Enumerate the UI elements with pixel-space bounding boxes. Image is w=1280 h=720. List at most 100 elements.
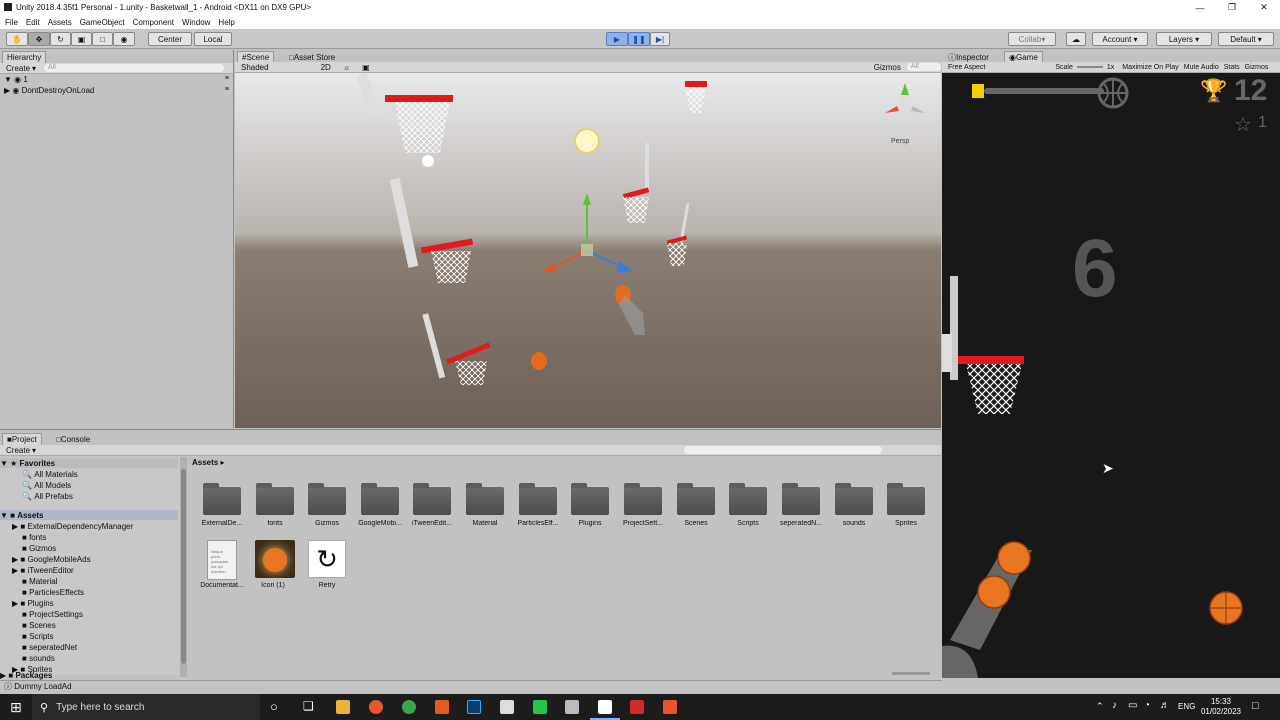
scene-root-1[interactable]: ▼ ◉ 1 [4, 75, 28, 84]
folder-icon[interactable] [624, 483, 662, 515]
tab-hierarchy[interactable]: Hierarchy [2, 51, 47, 63]
task-view-icon[interactable]: ❏ [303, 699, 314, 713]
acrobat-icon[interactable] [630, 700, 644, 714]
folder-icon[interactable] [519, 483, 557, 515]
clock[interactable]: 15:33 01/02/2023 [1198, 697, 1244, 717]
tree-item[interactable]: ▶ ■ GoogleMobileAds [0, 554, 178, 564]
tree-item[interactable]: ▶ ■ iTweenEditor [0, 565, 178, 575]
project-search-input[interactable] [684, 446, 883, 454]
lighting-icon[interactable]: ☼ [343, 63, 350, 72]
effects-icon[interactable]: ▣ [362, 63, 370, 72]
rotate-tool-button[interactable]: ↻ [50, 32, 71, 46]
minimize-button[interactable]: — [1184, 0, 1216, 15]
mode-2d-button[interactable]: 2D [321, 63, 331, 72]
folder-icon[interactable] [835, 483, 873, 515]
document-icon[interactable]: Neque porro quisquam est qui dolorem [207, 540, 237, 580]
volume-icon[interactable]: ♬ [1160, 700, 1170, 711]
pause-button[interactable]: ❚❚ [628, 32, 650, 46]
layout-dropdown[interactable]: Default ▾ [1218, 32, 1274, 46]
unity-taskbar-icon[interactable] [598, 700, 612, 714]
unity-hub-icon[interactable] [500, 700, 514, 714]
tree-item-all-materials[interactable]: 🔍 All Materials [0, 469, 178, 479]
language-indicator[interactable]: ENG [1178, 702, 1195, 711]
tree-item[interactable]: ▶ ■ Plugins [0, 598, 178, 608]
maximize-button[interactable]: ❐ [1216, 0, 1248, 15]
hierarchy-menu-icon[interactable]: ≡ [225, 86, 229, 93]
tree-item[interactable]: ■ sounds [0, 653, 178, 663]
persp-label[interactable]: Persp [891, 138, 909, 145]
tab-project[interactable]: ■ Project [2, 433, 42, 445]
maximize-on-play-toggle[interactable]: Maximize On Play [1122, 64, 1178, 71]
folder-icon[interactable] [361, 483, 399, 515]
tree-item[interactable]: ■ ParticlesEffects [0, 587, 178, 597]
layers-dropdown[interactable]: Layers ▾ [1156, 32, 1212, 46]
zoom-slider[interactable] [892, 672, 930, 675]
notifications-icon[interactable]: □ [1252, 700, 1259, 712]
tree-item[interactable]: ■ Gizmos [0, 543, 178, 553]
tree-item[interactable]: ■ seperatedNet [0, 642, 178, 652]
folder-icon[interactable] [413, 483, 451, 515]
tree-scrollbar[interactable] [180, 457, 187, 677]
play-button[interactable]: ▶ [606, 32, 628, 46]
scale-tool-button[interactable]: ▣ [71, 32, 92, 46]
transform-tool-button[interactable]: ◉ [113, 32, 135, 46]
tree-item[interactable]: ■ Scenes [0, 620, 178, 630]
folder-icon[interactable] [308, 483, 346, 515]
menu-window[interactable]: Window [182, 18, 210, 27]
collab-dropdown[interactable]: Collab ▾ [1008, 32, 1056, 46]
scale-slider[interactable] [1076, 66, 1103, 68]
wifi-icon[interactable]: ◔ [1144, 700, 1150, 711]
firefox-icon[interactable] [369, 700, 383, 714]
tree-item-all-prefabs[interactable]: 🔍 All Prefabs [0, 491, 178, 501]
gizmos-dropdown[interactable]: Gizmos [874, 63, 901, 72]
menu-file[interactable]: File [5, 18, 18, 27]
camera-icon[interactable] [422, 155, 434, 167]
taskbar-search[interactable]: ⚲ Type here to search [32, 694, 260, 720]
cortana-icon[interactable]: ○ [270, 699, 278, 714]
menu-assets[interactable]: Assets [48, 18, 72, 27]
tree-favorites[interactable]: ▼ ★ Favorites [0, 458, 178, 468]
tree-item-all-models[interactable]: 🔍 All Models [0, 480, 178, 490]
folder-icon[interactable] [203, 483, 241, 515]
gizmos-toggle[interactable]: Gizmos [1245, 64, 1269, 71]
tree-item[interactable]: ■ Scripts [0, 631, 178, 641]
folder-icon[interactable] [887, 483, 925, 515]
breadcrumb[interactable]: Assets ▸ [192, 458, 225, 467]
hand-tool-button[interactable]: ✋ [6, 32, 28, 46]
image-icon[interactable] [255, 540, 295, 578]
tree-packages[interactable]: ▶ ■ Packages [0, 670, 178, 680]
hierarchy-create-button[interactable]: Create [6, 64, 30, 73]
account-dropdown[interactable]: Account ▾ [1092, 32, 1148, 46]
chrome-icon[interactable] [402, 700, 416, 714]
scene-viewport[interactable]: Persp [235, 73, 941, 428]
stats-toggle[interactable]: Stats [1224, 64, 1240, 71]
retry-icon[interactable]: ↻ [308, 540, 346, 578]
microphone-icon[interactable]: ♪ [1112, 700, 1117, 711]
tree-item[interactable]: ■ fonts [0, 532, 178, 542]
folder-icon[interactable] [677, 483, 715, 515]
cloud-icon[interactable]: ☁ [1066, 32, 1086, 46]
menu-help[interactable]: Help [218, 18, 234, 27]
folder-icon[interactable] [571, 483, 609, 515]
tray-chevron-icon[interactable]: ⌃ [1096, 701, 1104, 712]
pivot-center-button[interactable]: Center [148, 32, 192, 46]
scene-search-input[interactable]: All [906, 63, 941, 71]
app-icon[interactable] [663, 700, 677, 714]
windows-start-icon[interactable]: ⊞ [10, 699, 22, 716]
folder-icon[interactable] [256, 483, 294, 515]
battery-icon[interactable]: ▭ [1128, 700, 1137, 711]
tree-assets[interactable]: ▼ ■ Assets [0, 510, 178, 520]
menu-component[interactable]: Component [133, 18, 174, 27]
hierarchy-search-input[interactable]: All [44, 64, 225, 72]
photoshop-icon[interactable] [467, 700, 481, 714]
file-explorer-icon[interactable] [336, 700, 350, 714]
folder-icon[interactable] [466, 483, 504, 515]
step-button[interactable]: ▶| [650, 32, 670, 46]
mute-audio-toggle[interactable]: Mute Audio [1184, 64, 1219, 71]
vpn-icon[interactable] [565, 700, 579, 714]
folder-icon[interactable] [729, 483, 767, 515]
tree-item[interactable]: ▶ ■ ExternalDependencyManager [0, 521, 178, 531]
pivot-local-button[interactable]: Local [194, 32, 232, 46]
shading-mode-dropdown[interactable]: Shaded [241, 63, 269, 72]
brave-icon[interactable] [435, 700, 449, 714]
